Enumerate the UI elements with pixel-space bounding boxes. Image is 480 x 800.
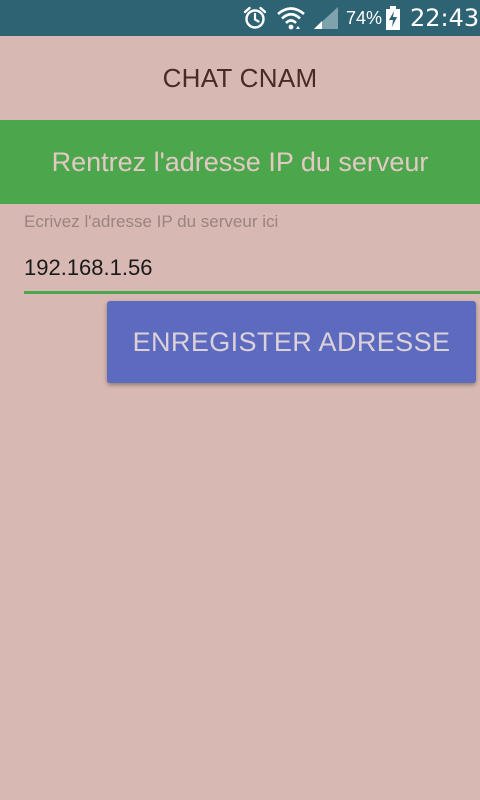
status-bar: 74% 22:43 (0, 0, 480, 36)
ip-field-underline (24, 291, 480, 294)
banner-text: Rentrez l'adresse IP du serveur (51, 146, 429, 177)
instruction-banner: Rentrez l'adresse IP du serveur (0, 120, 480, 204)
wifi-icon (277, 7, 305, 30)
alarm-icon (243, 6, 267, 29)
save-address-button[interactable]: ENREGISTER ADRESSE (107, 301, 476, 383)
clock: 22:43 (410, 4, 480, 32)
battery-charging-icon (386, 6, 400, 30)
battery-percentage: 74% (346, 8, 383, 28)
app-title: CHAT CNAM (162, 62, 318, 93)
ip-field-label: Ecrivez l'adresse IP du serveur ici (24, 212, 279, 231)
cellular-signal-icon (314, 7, 338, 29)
app-bar: CHAT CNAM (0, 36, 480, 120)
ip-address-input[interactable] (24, 248, 480, 288)
